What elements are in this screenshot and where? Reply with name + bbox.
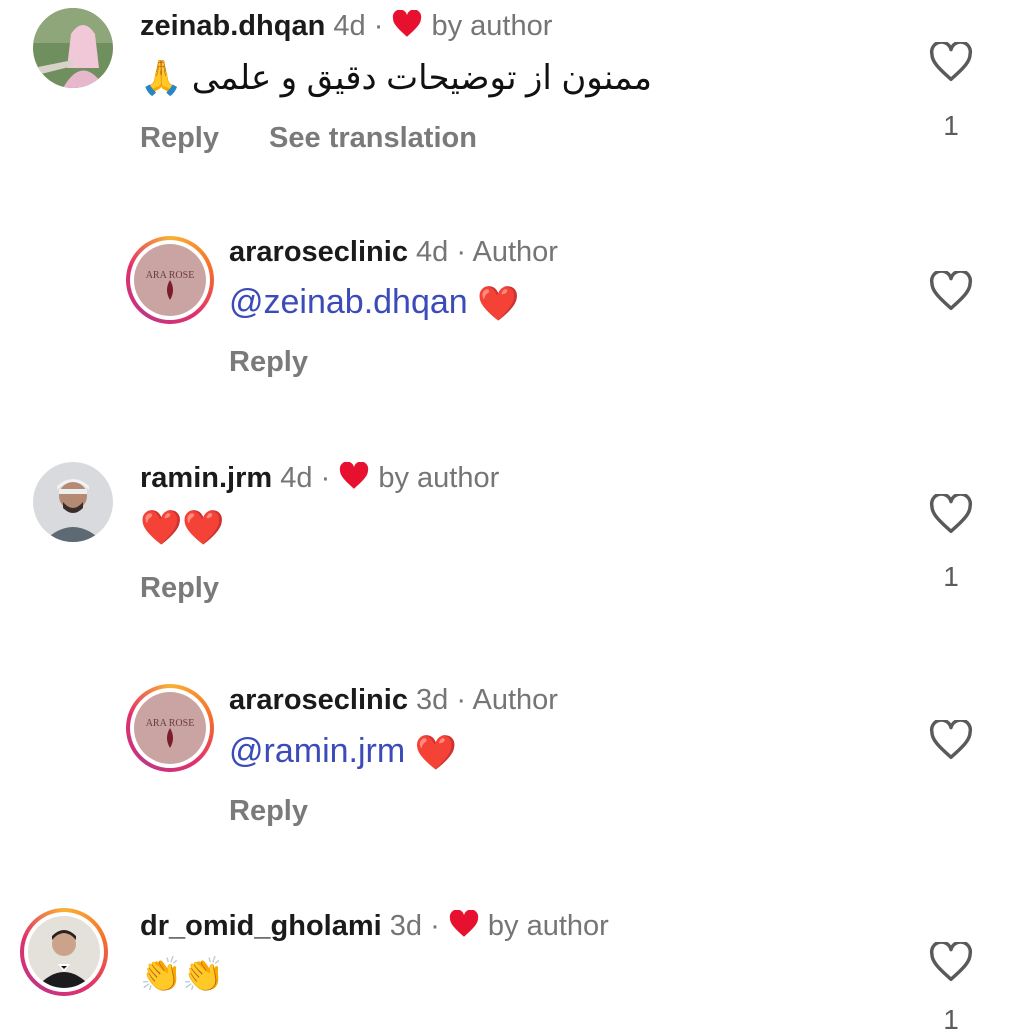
author-badge: by author [431, 10, 553, 42]
reply-button[interactable]: Reply [140, 122, 219, 154]
avatar-ramin[interactable] [33, 462, 113, 542]
timestamp: 4d [333, 10, 366, 42]
reply-button[interactable]: Reply [229, 346, 308, 378]
timestamp: 4d [416, 236, 449, 268]
username[interactable]: araroseclinic [229, 684, 408, 716]
comment-text: @ramin.jrm ❤️ [229, 732, 457, 773]
comment-meta: ramin.jrm 4d · by author [140, 461, 500, 498]
comment-text: ❤️❤️ [140, 509, 225, 547]
avatar-araroseclinic[interactable]: ARA ROSE [126, 236, 214, 324]
like-button[interactable] [929, 269, 973, 316]
comment-text: ممنون از توضیحات دقیق و علمی 🙏 [140, 59, 652, 97]
comment-meta: zeinab.dhqan 4d · by author [140, 9, 553, 46]
reply-button[interactable]: Reply [140, 572, 219, 604]
separator: · [320, 462, 331, 494]
like-count: 1 [943, 1004, 959, 1035]
author-badge: by author [487, 910, 609, 942]
reply-button[interactable]: Reply [229, 795, 308, 827]
heart-outline-icon [929, 40, 973, 86]
avatar-araroseclinic[interactable]: ARA ROSE [126, 684, 214, 772]
heart-filled-icon [391, 9, 423, 46]
username[interactable]: araroseclinic [229, 236, 408, 268]
comment-actions: Reply [229, 346, 350, 379]
comment-text: 👏👏 [140, 956, 225, 994]
heart-filled-icon [448, 909, 480, 946]
red-heart-emoji: ❤️ [414, 734, 457, 773]
like-button[interactable] [929, 492, 973, 539]
separator: · [456, 684, 467, 716]
heart-outline-icon [929, 940, 973, 986]
heart-outline-icon [929, 718, 973, 764]
comment-actions: Reply [229, 795, 350, 828]
mention-link[interactable]: @zeinab.dhqan [229, 283, 468, 321]
author-badge: Author [472, 684, 558, 716]
avatar-dr-omid[interactable] [20, 908, 108, 996]
heart-filled-icon [338, 461, 370, 498]
comment-meta: araroseclinic 3d · Author [229, 684, 558, 717]
comment-meta: dr_omid_gholami 3d · by author [140, 909, 609, 946]
timestamp: 3d [389, 910, 423, 942]
username[interactable]: dr_omid_gholami [140, 910, 382, 942]
separator: · [430, 910, 440, 942]
comment-meta: araroseclinic 4d · Author [229, 236, 558, 269]
like-button[interactable] [929, 718, 973, 765]
separator: · [373, 10, 384, 42]
like-count: 1 [943, 110, 959, 141]
mention-link[interactable]: @ramin.jrm [229, 732, 405, 770]
like-button[interactable] [929, 40, 973, 87]
username[interactable]: zeinab.dhqan [140, 10, 325, 42]
like-button[interactable] [929, 940, 973, 987]
username[interactable]: ramin.jrm [140, 462, 272, 494]
see-translation-button[interactable]: See translation [269, 122, 477, 154]
author-badge: by author [378, 462, 500, 494]
author-badge: Author [472, 236, 558, 268]
like-count: 1 [943, 561, 959, 592]
timestamp: 3d [416, 684, 449, 716]
separator: · [456, 236, 467, 268]
comment-actions: Reply [140, 572, 261, 605]
avatar-zeinab[interactable] [33, 8, 113, 88]
clinic-logo-text: ARA ROSE [146, 718, 195, 729]
comment-text: @zeinab.dhqan ❤️ [229, 283, 520, 324]
timestamp: 4d [280, 462, 313, 494]
red-heart-emoji: ❤️ [477, 285, 520, 324]
heart-outline-icon [929, 492, 973, 538]
clinic-logo-text: ARA ROSE [146, 270, 195, 281]
comment-actions: Reply See translation [140, 122, 519, 155]
heart-outline-icon [929, 269, 973, 315]
